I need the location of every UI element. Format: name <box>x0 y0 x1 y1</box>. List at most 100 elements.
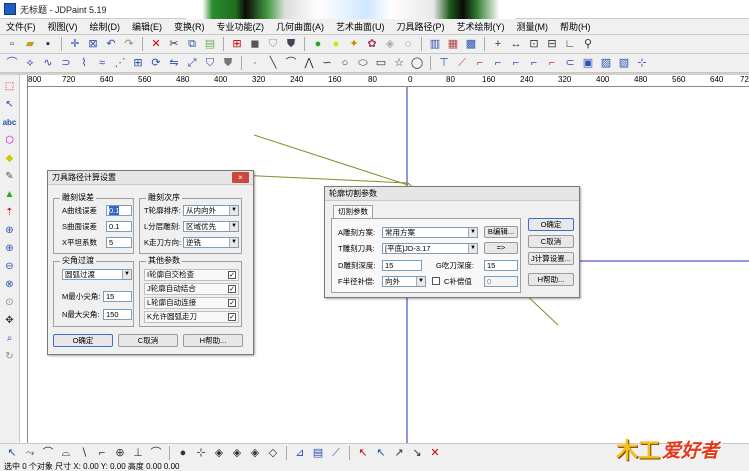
line-icon[interactable]: ╲ <box>265 55 281 71</box>
mesh-icon[interactable]: ▦ <box>445 36 461 52</box>
layer-up-icon[interactable]: ⇡ <box>2 205 18 220</box>
cancel-button[interactable]: C取消 <box>528 235 574 248</box>
menu-measure[interactable]: 测量(M) <box>511 20 555 33</box>
bulb-green-icon[interactable]: ● <box>310 36 326 52</box>
zoom-out-icon[interactable]: ⊖ <box>2 259 18 274</box>
arc-tool-icon[interactable]: ⌒ <box>40 445 56 461</box>
menu-transform[interactable]: 变换(R) <box>168 20 211 33</box>
node-diamond-icon[interactable]: ◈ <box>211 445 227 461</box>
spline-icon[interactable]: ≈ <box>94 55 110 71</box>
refresh-icon[interactable]: ↻ <box>2 349 18 364</box>
menu-edit[interactable]: 编辑(E) <box>126 20 168 33</box>
layer-icon[interactable]: ◼ <box>247 36 263 52</box>
node-diamond-4-icon[interactable]: ◇ <box>265 445 281 461</box>
mirror-icon[interactable]: ⇋ <box>166 55 182 71</box>
shield-icon[interactable]: ⛉ <box>265 36 281 52</box>
hatch-2-icon[interactable]: ▤ <box>310 445 326 461</box>
menu-help[interactable]: 帮助(H) <box>554 20 597 33</box>
copy-icon[interactable]: ⧉ <box>184 36 200 52</box>
array-icon[interactable]: ⋰ <box>112 55 128 71</box>
curve-select-icon[interactable]: ⌒ <box>4 55 20 71</box>
comp-checkbox[interactable] <box>432 277 440 285</box>
circle-large-icon[interactable]: ◯ <box>409 55 425 71</box>
zoom-prev-icon[interactable]: ⊙ <box>2 295 18 310</box>
curve-tol-input[interactable]: 0.1 <box>106 205 132 216</box>
checkbox[interactable]: ✓ <box>228 285 236 293</box>
menu-pro[interactable]: 专业功能(Z) <box>211 20 271 33</box>
tool-lib-button[interactable]: => <box>484 242 518 254</box>
scan-icon[interactable]: ▧ <box>616 55 632 71</box>
select-arrow-2-icon[interactable]: ↖ <box>373 445 389 461</box>
scheme-edit-button[interactable]: B编辑... <box>484 226 518 238</box>
select-rect-icon[interactable]: ⬚ <box>2 79 18 94</box>
hatch-icon[interactable]: ▨ <box>598 55 614 71</box>
paint-icon[interactable]: ✿ <box>364 36 380 52</box>
close-red-icon[interactable]: ✕ <box>427 445 443 461</box>
select-box-icon[interactable]: ⊠ <box>85 36 101 52</box>
measure-frame-icon[interactable]: ⊟ <box>544 36 560 52</box>
new-file-icon[interactable]: ▫ <box>4 36 20 52</box>
frame-icon[interactable]: ▣ <box>580 55 596 71</box>
node-icon[interactable]: ⟡ <box>22 55 38 71</box>
bulb-multi-icon[interactable]: ✦ <box>346 36 362 52</box>
dialog-title-bar[interactable]: 刀具路径计算设置 × <box>48 171 253 185</box>
snap-grid-icon[interactable]: ⊹ <box>193 445 209 461</box>
center-icon[interactable]: ⊕ <box>112 445 128 461</box>
checkbox[interactable]: ✓ <box>228 313 236 321</box>
curve-tool-icon[interactable]: ↖ <box>4 445 20 461</box>
dimension-icon[interactable]: ↔ <box>508 36 524 52</box>
perp-icon[interactable]: ⊥ <box>130 445 146 461</box>
dialog-title-bar[interactable]: 轮廓切割参数 <box>325 187 579 201</box>
help-button[interactable]: H帮助... <box>528 273 574 286</box>
fill-icon[interactable]: ▲ <box>2 187 18 202</box>
surface-tol-input[interactable]: 0.1 <box>106 221 132 232</box>
paste-icon[interactable]: ▤ <box>202 36 218 52</box>
save-icon[interactable]: ▪ <box>40 36 56 52</box>
pan-icon[interactable]: ✥ <box>2 313 18 328</box>
circle-icon[interactable]: ○ <box>337 55 353 71</box>
bezier-icon[interactable]: ⌇ <box>76 55 92 71</box>
curve-icon[interactable]: ∽ <box>319 55 335 71</box>
curve-edit-icon[interactable]: ⤳ <box>22 445 38 461</box>
menu-art-surface[interactable]: 艺术曲面(U) <box>330 20 391 33</box>
menu-geo-surface[interactable]: 几何曲面(A) <box>270 20 330 33</box>
rect-icon[interactable]: ▭ <box>373 55 389 71</box>
bulb-yellow-icon[interactable]: ● <box>328 36 344 52</box>
menu-art-draw[interactable]: 艺术绘制(Y) <box>451 20 511 33</box>
polyline-icon[interactable]: ⋀ <box>301 55 317 71</box>
scheme-select[interactable]: 常用方案 ▼ <box>382 227 478 238</box>
point-icon[interactable]: · <box>247 55 263 71</box>
arc-icon[interactable]: ⌒ <box>283 55 299 71</box>
ok-button[interactable]: O确定 <box>53 334 113 347</box>
ellipse-icon[interactable]: ⬭ <box>355 55 371 71</box>
cut-icon[interactable]: ✂ <box>166 36 182 52</box>
contour-order-select[interactable]: 从内向外 ▼ <box>183 205 239 216</box>
text-icon[interactable]: abc <box>2 115 18 130</box>
smooth-input[interactable]: 5 <box>106 237 132 248</box>
pointer-2-icon[interactable]: ↘ <box>409 445 425 461</box>
shield-blue-icon[interactable]: ⛉ <box>202 55 218 71</box>
cancel-button[interactable]: C取消 <box>118 334 178 347</box>
menu-view[interactable]: 视图(V) <box>42 20 84 33</box>
eraser-icon[interactable]: ◈ <box>382 36 398 52</box>
scale-icon[interactable]: ⤢ <box>184 55 200 71</box>
open-file-icon[interactable]: ▰ <box>22 36 38 52</box>
corner-icon[interactable]: ⌐ <box>472 55 488 71</box>
checkbox[interactable]: ✓ <box>228 271 236 279</box>
auto-combine-check-row[interactable]: J轮廓自动结合 ✓ <box>144 283 239 295</box>
bend-icon[interactable]: ⊿ <box>292 445 308 461</box>
extend-icon[interactable]: ⟋ <box>454 55 470 71</box>
tangent-icon[interactable]: ⌒ <box>148 445 164 461</box>
depth-input[interactable]: 15 <box>382 260 422 271</box>
select-arrow-icon[interactable]: ↖ <box>355 445 371 461</box>
slot-icon[interactable]: ⊂ <box>562 55 578 71</box>
smooth-icon[interactable]: ∿ <box>40 55 56 71</box>
shield-gray-icon[interactable]: ⛊ <box>220 55 236 71</box>
comp-select[interactable]: 向外 ▼ <box>382 276 426 287</box>
pointer-icon[interactable]: ↗ <box>391 445 407 461</box>
rotate-icon[interactable]: ⟳ <box>148 55 164 71</box>
plus-icon[interactable]: + <box>490 36 506 52</box>
grid-array-icon[interactable]: ⊞ <box>130 55 146 71</box>
cube-icon[interactable]: ▩ <box>463 36 479 52</box>
delete-icon[interactable]: ✕ <box>148 36 164 52</box>
